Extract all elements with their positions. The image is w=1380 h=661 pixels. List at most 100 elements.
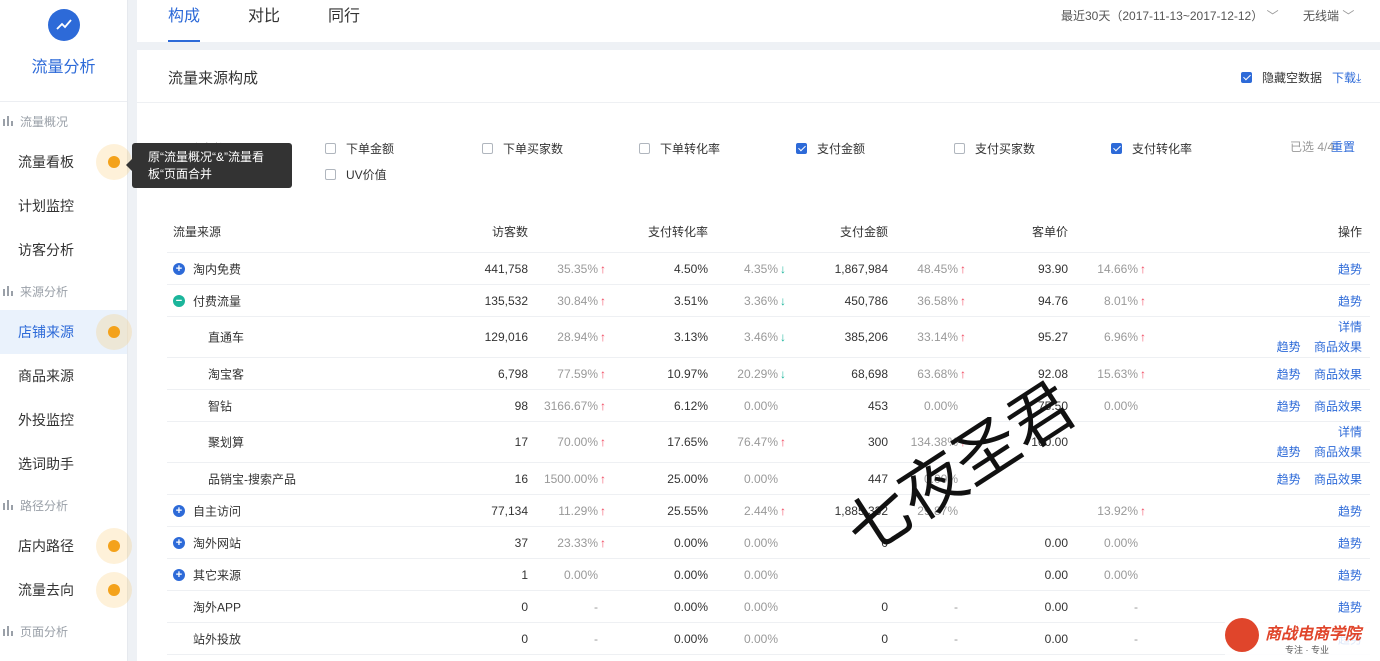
expand-plus-icon[interactable]: +: [173, 536, 185, 549]
trend-link[interactable]: 趋势: [1338, 262, 1362, 276]
row-actions: 详情趋势 商品效果: [1277, 317, 1362, 357]
arrow-up-icon: ↑: [600, 435, 606, 449]
price-value: 0.00: [1044, 631, 1068, 646]
reset-button[interactable]: 重置: [1331, 138, 1355, 155]
metric-label: 下单转化率: [660, 142, 721, 156]
change-percent: 23.33%: [557, 535, 598, 550]
expand-plus-icon[interactable]: +: [173, 568, 185, 581]
sidebar-item[interactable]: 访客分析: [0, 228, 127, 272]
expand-plus-icon[interactable]: +: [173, 504, 185, 517]
conversion-value: 4.50%: [673, 261, 708, 276]
conversion-value: 3.13%: [673, 330, 708, 344]
metric-checkbox[interactable]: 支付转化率: [1111, 140, 1192, 157]
change-percent: 3.46%: [743, 330, 778, 344]
tab-composition[interactable]: 构成: [168, 0, 201, 42]
sidebar-item[interactable]: 外投监控: [0, 398, 127, 442]
hide-empty-toggle[interactable]: 隐藏空数据: [1241, 69, 1322, 86]
conversion-change: 0.00%: [744, 568, 788, 582]
detail-link[interactable]: 详情: [1277, 317, 1362, 337]
goods-effect-link[interactable]: 商品效果: [1314, 399, 1362, 413]
sidebar-item[interactable]: 计划监控: [0, 184, 127, 228]
metric-checkbox[interactable]: UV价值: [325, 166, 387, 183]
arrow-up-icon: ↑: [1140, 261, 1146, 276]
sidebar-item[interactable]: 商品来源: [0, 354, 127, 398]
date-range-selector[interactable]: 最近30天（2017-11-13~2017-12-12） ﹀: [1061, 7, 1279, 24]
change-percent: 4.35%: [743, 261, 778, 276]
metric-checkbox[interactable]: 支付金额: [796, 140, 865, 157]
goods-effect-link[interactable]: 商品效果: [1314, 340, 1362, 354]
change-percent: 48.45%: [917, 261, 958, 276]
trend-link[interactable]: 趋势: [1338, 600, 1362, 614]
amount-value: 447: [867, 471, 888, 486]
sidebar-section-label: 页面分析: [20, 624, 69, 639]
sidebar-item[interactable]: 选词助手: [0, 442, 127, 486]
expand-plus-icon[interactable]: +: [173, 262, 185, 275]
sidebar-item[interactable]: 流量看板: [0, 140, 132, 184]
trend-link[interactable]: 趋势: [1277, 445, 1301, 459]
metric-checkbox[interactable]: 支付买家数: [954, 140, 1035, 157]
row-actions: 趋势 商品效果: [1277, 470, 1362, 487]
change-percent: 70.00%: [557, 435, 598, 449]
table-row: + 淘内免费 441,758 35.35% ↑ 4.50% 4.35% ↓ 1,867,984 4…: [167, 253, 1370, 285]
sidebar-item[interactable]: 店内路径: [0, 524, 132, 568]
device-selector[interactable]: 无线端 ﹀: [1303, 7, 1354, 24]
amount-change: -: [954, 600, 968, 614]
checkbox-icon: [482, 143, 493, 154]
change-percent: 1500.00%: [543, 471, 598, 486]
goods-effect-link[interactable]: 商品效果: [1314, 472, 1362, 486]
amount-value: 300: [867, 435, 888, 449]
arrow-up-icon: ↑: [600, 261, 606, 276]
trend-link[interactable]: 趋势: [1277, 340, 1301, 354]
sidebar-section-label: 来源分析: [20, 284, 69, 299]
visitors-change: 1500.00% ↑: [544, 472, 608, 486]
trend-link[interactable]: 趋势: [1277, 367, 1301, 381]
conversion-change: 0.00%: [744, 472, 788, 486]
trend-link[interactable]: 趋势: [1338, 536, 1362, 550]
metric-checkbox[interactable]: 下单金额: [325, 140, 394, 157]
change-percent: -: [1134, 631, 1138, 646]
conversion-change: 0.00%: [744, 399, 788, 413]
trend-link[interactable]: 趋势: [1277, 472, 1301, 486]
tab-compare[interactable]: 对比: [248, 0, 280, 42]
table-row: + 自主访问 77,134 11.29% ↑ 25.55% 2.44% ↑ 1,885,332 2…: [167, 495, 1370, 527]
price-change: 6.96% ↑: [1104, 330, 1148, 344]
row-actions: 趋势 商品效果: [1277, 397, 1362, 414]
metric-label: UV价值: [346, 168, 387, 182]
sidebar-item[interactable]: 店铺来源: [0, 310, 132, 354]
download-button[interactable]: 下载⤓: [1332, 69, 1361, 86]
arrow-up-icon: ↑: [600, 471, 606, 486]
metric-checkbox[interactable]: 下单买家数: [482, 140, 563, 157]
checkbox-icon: [1241, 72, 1252, 83]
change-percent: 0.00%: [743, 398, 778, 413]
trend-link[interactable]: 趋势: [1338, 294, 1362, 308]
change-percent: 36.58%: [917, 293, 958, 308]
change-percent: 0.00%: [1103, 398, 1138, 413]
row-actions: 详情趋势 商品效果: [1277, 422, 1362, 462]
brand-watermark-logo: 商战电商学院 专注 · 专业: [1225, 614, 1380, 661]
source-name: 智钻: [208, 399, 233, 413]
trend-link[interactable]: 趋势: [1338, 504, 1362, 518]
sidebar-item[interactable]: 流量去向: [0, 568, 132, 612]
price-value: 0.00: [1044, 535, 1068, 550]
active-tab-indicator: [168, 40, 201, 42]
visitors-value: 0: [521, 631, 528, 646]
price-value: 0.00: [1044, 599, 1068, 614]
section-icon: [3, 626, 13, 636]
table-row: − 付费流量 135,532 30.84% ↑ 3.51% 3.36% ↓ 450,786 36.…: [167, 285, 1370, 317]
metric-checkbox[interactable]: 下单转化率: [639, 140, 720, 157]
detail-link[interactable]: 详情: [1277, 422, 1362, 442]
goods-effect-link[interactable]: 商品效果: [1314, 367, 1362, 381]
sidebar-section-label: 路径分析: [20, 498, 69, 513]
checkbox-icon: [1111, 143, 1122, 154]
table-header: 流量来源 访客数 支付转化率 支付金额 客单价 操作: [167, 213, 1370, 253]
amount-change: 36.58% ↑: [917, 294, 968, 308]
table-row: 淘宝客 6,798 77.59% ↑ 10.97% 20.29% ↓ 68,698 63.68%…: [167, 358, 1370, 390]
tab-peers[interactable]: 同行: [328, 0, 360, 42]
trend-link[interactable]: 趋势: [1277, 399, 1301, 413]
hint-dot-icon: [96, 528, 132, 564]
collapse-minus-icon[interactable]: −: [173, 294, 185, 307]
metric-label: 支付金额: [817, 142, 866, 156]
goods-effect-link[interactable]: 商品效果: [1314, 445, 1362, 459]
trend-link[interactable]: 趋势: [1338, 568, 1362, 582]
tab-label: 同行: [328, 8, 361, 25]
